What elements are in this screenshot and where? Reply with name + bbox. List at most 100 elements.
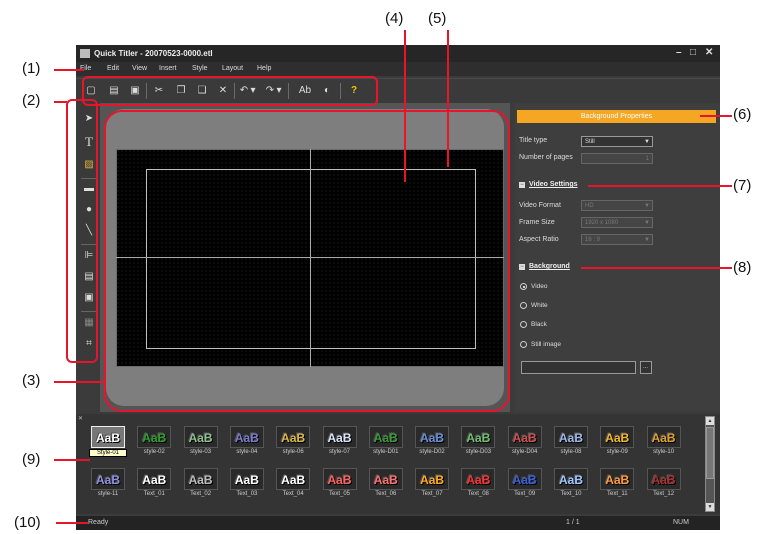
style-preview: AaB bbox=[322, 426, 357, 448]
style-label: Text_12 bbox=[653, 491, 675, 497]
callout-line-3 bbox=[54, 381, 106, 383]
radio-white[interactable] bbox=[520, 302, 527, 309]
chevron-down-icon: ▼ bbox=[644, 203, 650, 209]
style-preview: AaB bbox=[368, 468, 403, 490]
menu-layout[interactable]: Layout bbox=[222, 65, 243, 72]
style-thumbnail[interactable]: AaB style-02 bbox=[135, 424, 173, 462]
browse-button[interactable]: ... bbox=[640, 361, 652, 374]
background-heading[interactable]: Background bbox=[529, 263, 570, 270]
style-preview: AaB bbox=[137, 426, 172, 448]
status-bar: Ready 1 / 1 NUM bbox=[76, 516, 720, 530]
style-thumbnail[interactable]: AaB style-09 bbox=[598, 424, 636, 462]
style-label: Text_02 bbox=[190, 491, 212, 497]
style-preview: AaB bbox=[600, 468, 635, 490]
pages-value: 1 bbox=[645, 156, 649, 162]
pages-field[interactable]: 1 bbox=[581, 153, 653, 164]
style-preview: AaB bbox=[368, 426, 403, 448]
style-thumbnail[interactable]: AaB Text_02 bbox=[182, 466, 220, 504]
callout-label-4: (4) bbox=[385, 10, 404, 27]
style-thumbnail[interactable]: AaB Text_05 bbox=[321, 466, 359, 504]
style-thumbnail[interactable]: AaB Text_08 bbox=[459, 466, 497, 504]
app-icon bbox=[80, 49, 90, 58]
callout-box-lefttools bbox=[66, 99, 98, 363]
style-thumbnail[interactable]: AaB style-03 bbox=[182, 424, 220, 462]
menu-bar: File Edit View Insert Style Layout Help bbox=[76, 62, 720, 76]
scroll-up-icon[interactable]: ▲ bbox=[706, 417, 714, 425]
radio-black[interactable] bbox=[520, 321, 527, 328]
video-format-select[interactable]: HD ▼ bbox=[581, 200, 653, 211]
close-icon[interactable]: ✕ bbox=[78, 415, 83, 422]
style-thumbnail[interactable]: AaB style-D01 bbox=[367, 424, 405, 462]
window-title: Quick Titler - 20070523-0000.etl bbox=[94, 49, 213, 58]
maximize-icon[interactable]: □ bbox=[690, 47, 696, 58]
frame-size-select[interactable]: 1920 x 1080 ▼ bbox=[581, 217, 653, 228]
close-icon[interactable]: ✕ bbox=[705, 47, 713, 58]
style-label: Text_06 bbox=[375, 491, 397, 497]
callout-label-9: (9) bbox=[22, 451, 41, 468]
style-label: Text_01 bbox=[143, 491, 165, 497]
radio-white-label: White bbox=[531, 302, 548, 309]
menu-view[interactable]: View bbox=[132, 65, 147, 72]
callout-label-6: (6) bbox=[733, 106, 752, 123]
callout-line-10 bbox=[56, 522, 88, 524]
menu-insert[interactable]: Insert bbox=[159, 65, 177, 72]
style-thumbnail[interactable]: AaB Text_06 bbox=[367, 466, 405, 504]
style-preview: AaB bbox=[461, 468, 496, 490]
video-format-label: Video Format bbox=[519, 202, 561, 209]
callout-line-6 bbox=[700, 115, 732, 117]
style-label: style-08 bbox=[560, 449, 582, 455]
style-label: Text_10 bbox=[560, 491, 582, 497]
menu-help[interactable]: Help bbox=[257, 65, 271, 72]
style-preview: AaB bbox=[554, 426, 588, 448]
aspect-ratio-label: Aspect Ratio bbox=[519, 236, 559, 243]
style-thumbnail[interactable]: AaB style-07 bbox=[321, 424, 359, 462]
style-thumbnail[interactable]: AaB Text_07 bbox=[413, 466, 451, 504]
style-thumbnail[interactable]: AaB Text_11 bbox=[598, 466, 636, 504]
style-thumbnail[interactable]: AaB style-D03 bbox=[459, 424, 497, 462]
aspect-ratio-value: 16 : 9 bbox=[585, 237, 601, 243]
callout-label-5: (5) bbox=[428, 10, 447, 27]
radio-video[interactable] bbox=[520, 283, 527, 290]
style-thumbnail[interactable]: AaB style-D02 bbox=[413, 424, 451, 462]
scroll-thumb[interactable] bbox=[706, 427, 714, 479]
style-thumbnail[interactable]: AaB Text_09 bbox=[506, 466, 544, 504]
style-thumbnail[interactable]: AaB style-D04 bbox=[506, 424, 544, 462]
style-thumbnail[interactable]: AaB Text_10 bbox=[552, 466, 590, 504]
style-thumbnail[interactable]: AaB style-11 bbox=[89, 466, 127, 504]
style-preview: AaB bbox=[183, 426, 218, 448]
style-thumbnail[interactable]: AaB style-06 bbox=[274, 424, 312, 462]
style-thumbnail[interactable]: AaB Text_01 bbox=[135, 466, 173, 504]
scroll-down-icon[interactable]: ▼ bbox=[706, 503, 714, 511]
menu-style[interactable]: Style bbox=[192, 65, 208, 72]
callout-label-8: (8) bbox=[733, 259, 752, 276]
video-settings-heading[interactable]: Video Settings bbox=[529, 181, 578, 188]
minimize-icon[interactable]: – bbox=[676, 47, 682, 58]
collapse-icon[interactable]: − bbox=[519, 182, 525, 188]
style-thumbnail[interactable]: AaB Text_12 bbox=[645, 466, 683, 504]
menu-edit[interactable]: Edit bbox=[107, 65, 119, 72]
radio-video-label: Video bbox=[531, 283, 548, 290]
style-label: style-11 bbox=[97, 491, 119, 497]
style-preview: AaB bbox=[137, 468, 172, 490]
style-thumbnail[interactable]: AaB style-04 bbox=[228, 424, 266, 462]
style-preview: AaB bbox=[646, 468, 681, 490]
style-thumbnail[interactable]: AaB Style-01 bbox=[89, 424, 127, 462]
callout-label-3: (3) bbox=[22, 372, 41, 389]
style-thumbnail[interactable]: AaB style-08 bbox=[552, 424, 590, 462]
style-label: style-06 bbox=[282, 449, 304, 455]
style-thumbnail[interactable]: AaB Text_03 bbox=[228, 466, 266, 504]
style-label: Text_05 bbox=[328, 491, 350, 497]
aspect-ratio-select[interactable]: 16 : 9 ▼ bbox=[581, 234, 653, 245]
style-label: style-10 bbox=[653, 449, 675, 455]
style-preview: AaB bbox=[415, 468, 450, 490]
gallery-scrollbar[interactable]: ▲ ▼ bbox=[705, 416, 715, 512]
radio-still-image[interactable] bbox=[520, 341, 527, 348]
title-type-select[interactable]: Still ▼ bbox=[581, 136, 653, 147]
chevron-down-icon: ▼ bbox=[644, 237, 650, 243]
style-thumbnail[interactable]: AaB Text_04 bbox=[274, 466, 312, 504]
callout-line-5 bbox=[447, 30, 449, 167]
collapse-icon[interactable]: − bbox=[519, 264, 525, 270]
properties-panel: Background Properties Title type Still ▼ … bbox=[515, 103, 720, 412]
style-thumbnail[interactable]: AaB style-10 bbox=[645, 424, 683, 462]
still-image-path-field[interactable] bbox=[521, 361, 636, 374]
